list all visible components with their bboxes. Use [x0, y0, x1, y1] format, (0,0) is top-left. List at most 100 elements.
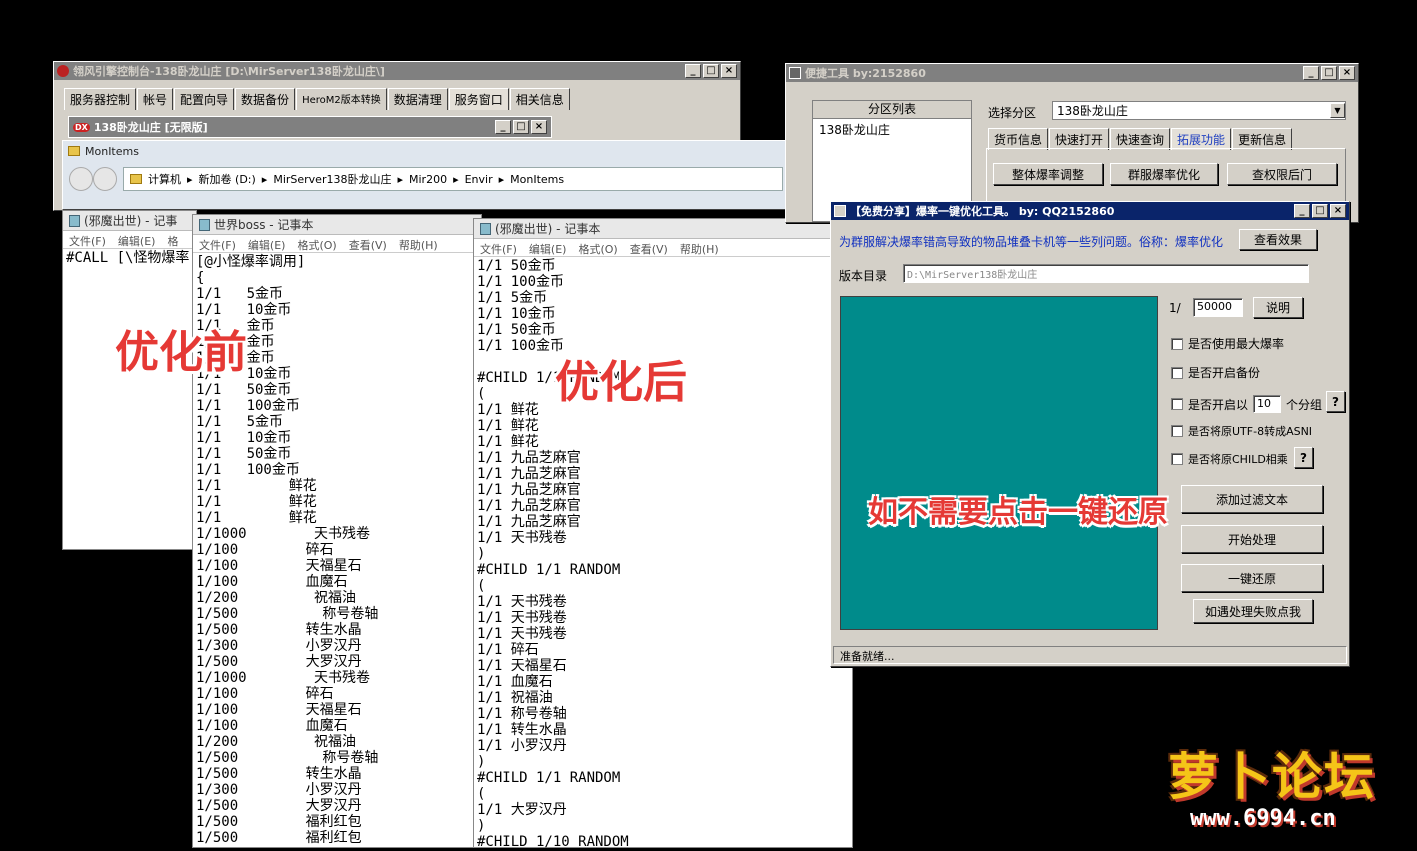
minimize-button[interactable]: _ [685, 64, 701, 78]
tab-data-backup[interactable]: 数据备份 [235, 88, 296, 110]
notepad2-titlebar[interactable]: 世界boss - 记事本 [193, 215, 481, 235]
menu-edit[interactable]: 编辑(E) [529, 241, 567, 256]
explorer-titlebar[interactable]: MonItems [63, 141, 789, 161]
menu-edit[interactable]: 编辑(E) [248, 237, 286, 252]
ratio-input[interactable]: 50000 [1193, 298, 1243, 317]
child-checkbox[interactable]: 是否将原CHILD相乘 [1171, 451, 1288, 467]
tab-server-control[interactable]: 服务器控制 [64, 88, 137, 110]
tab-quick-query[interactable]: 快速查询 [1110, 128, 1171, 150]
menu-file[interactable]: 文件(F) [199, 237, 236, 252]
menu-view[interactable]: 查看(V) [349, 237, 387, 252]
tab-quick-open[interactable]: 快速打开 [1049, 128, 1110, 150]
path-part[interactable]: Envir [465, 173, 493, 186]
notepad1-titlebar[interactable]: (邪魔出世) - 记事 [63, 211, 196, 231]
version-dir-label: 版本目录 [839, 269, 888, 283]
backup-checkbox[interactable]: 是否开启备份 [1171, 364, 1260, 381]
notepad-icon [69, 214, 80, 227]
maximize-button[interactable]: □ [703, 64, 719, 78]
optimizer-icon [834, 205, 846, 217]
menu-help[interactable]: 帮助(H) [399, 237, 438, 252]
version-dir-field[interactable]: D:\MirServer138卧龙山庄 [903, 264, 1309, 283]
checkbox-box[interactable] [1171, 453, 1183, 465]
backup-label: 是否开启备份 [1188, 366, 1261, 380]
start-process-button[interactable]: 开始处理 [1181, 525, 1323, 553]
address-path[interactable]: 计算机 ▸ 新加卷 (D:) ▸ MirServer138卧龙山庄 ▸ Mir200 ▸… [123, 167, 783, 191]
chevron-right-icon: ▸ [498, 172, 505, 186]
group-droprate-optimize-button[interactable]: 群服爆率优化 [1110, 163, 1218, 185]
tab-config-wizard[interactable]: 配置向导 [174, 88, 235, 110]
tab-update-info[interactable]: 更新信息 [1232, 128, 1293, 150]
fail-help-button[interactable]: 如遇处理失败点我 [1193, 599, 1313, 623]
sub-maximize-button[interactable]: □ [513, 120, 529, 134]
child-help-button[interactable]: ? [1294, 447, 1313, 468]
optimizer-title: 【免费分享】爆率一键优化工具。 by: QQ2152860 [850, 205, 1115, 218]
child-label: 是否将原CHILD相乘 [1188, 453, 1288, 466]
checkbox-box[interactable] [1171, 366, 1183, 379]
path-part[interactable]: Mir200 [409, 173, 447, 186]
menu-help[interactable]: 帮助(H) [680, 241, 719, 256]
explorer-window: MonItems 计算机 ▸ 新加卷 (D:) ▸ MirServer138卧龙山庄… [62, 140, 790, 210]
sub-close-button[interactable]: × [531, 120, 547, 134]
close-button[interactable]: × [721, 64, 737, 78]
partition-select[interactable]: 138卧龙山庄 ▼ [1052, 101, 1346, 120]
group-label-b: 个分组 [1286, 397, 1323, 412]
group-checkbox[interactable]: 是否开启以 10 个分组 [1171, 395, 1322, 413]
tab-herom2-convert[interactable]: HeroM2版本转换 [296, 88, 387, 110]
chevron-right-icon: ▸ [187, 172, 193, 186]
tab-extensions[interactable]: 拓展功能 [1171, 128, 1232, 150]
console-titlebar[interactable]: 翎风引擎控制台-138卧龙山庄 [D:\MirServer138卧龙山庄\] _… [54, 62, 740, 80]
explain-button[interactable]: 说明 [1253, 297, 1303, 318]
menu-view[interactable]: 查看(V) [630, 241, 668, 256]
tab-currency-info[interactable]: 货币信息 [988, 128, 1049, 150]
chevron-down-icon[interactable]: ▼ [1330, 103, 1345, 118]
menu-file[interactable]: 文件(F) [69, 233, 106, 248]
status-bar: 准备就绪... [833, 646, 1347, 664]
status-text: 准备就绪... [840, 650, 895, 663]
checkbox-box[interactable] [1171, 398, 1183, 410]
explorer-addressbar: 计算机 ▸ 新加卷 (D:) ▸ MirServer138卧龙山庄 ▸ Mir200 ▸… [63, 161, 789, 197]
tab-data-clean[interactable]: 数据清理 [387, 88, 448, 110]
restore-button[interactable]: 一键还原 [1181, 564, 1323, 592]
checkbox-box[interactable] [1171, 337, 1183, 350]
path-part[interactable]: MonItems [510, 173, 564, 186]
tab-related-info[interactable]: 相关信息 [509, 88, 570, 110]
minimize-button[interactable]: _ [1294, 204, 1310, 218]
watermark-url: www.6994.cn [1190, 806, 1336, 831]
maximize-button[interactable]: □ [1312, 204, 1328, 218]
menu-format[interactable]: 格 [167, 233, 178, 248]
optimizer-titlebar[interactable]: 【免费分享】爆率一键优化工具。 by: QQ2152860 _ □ × [831, 202, 1349, 220]
menu-edit[interactable]: 编辑(E) [118, 233, 156, 248]
close-button[interactable]: × [1330, 204, 1346, 218]
quicktool-tabs: 货币信息 快速打开 快速查询 拓展功能 更新信息 [988, 128, 1293, 150]
tab-service-window[interactable]: 服务窗口 [448, 88, 509, 110]
close-button[interactable]: × [1339, 66, 1355, 80]
checkbox-box[interactable] [1171, 425, 1183, 437]
tab-account[interactable]: 帐号 [137, 88, 174, 110]
back-button-icon[interactable] [69, 167, 93, 191]
path-part[interactable]: 计算机 [148, 171, 181, 187]
forward-button-icon[interactable] [93, 167, 117, 191]
console-tabs: 服务器控制 帐号 配置向导 数据备份 HeroM2版本转换 数据清理 服务窗口 … [54, 80, 740, 110]
menu-file[interactable]: 文件(F) [480, 241, 517, 256]
menu-format[interactable]: 格式(O) [297, 237, 336, 252]
sub-minimize-button[interactable]: _ [495, 120, 511, 134]
minimize-button[interactable]: _ [1303, 66, 1319, 80]
max-droprate-checkbox[interactable]: 是否使用最大爆率 [1171, 335, 1284, 352]
menu-format[interactable]: 格式(O) [578, 241, 617, 256]
group-count-input[interactable]: 10 [1253, 395, 1282, 413]
overall-droprate-button[interactable]: 整体爆率调整 [993, 163, 1103, 185]
maximize-button[interactable]: □ [1321, 66, 1337, 80]
list-item[interactable]: 138卧龙山庄 [813, 119, 971, 140]
notepad1-text[interactable]: #CALL [\怪物爆率 [63, 249, 196, 267]
console-subwindow: DX 138卧龙山庄 [无限版] _ □ × [68, 116, 552, 138]
check-backdoor-button[interactable]: 查权限后门 [1227, 163, 1337, 185]
path-part[interactable]: MirServer138卧龙山庄 [273, 171, 391, 187]
notepad1-title: (邪魔出世) - 记事 [84, 214, 178, 228]
quicktool-titlebar[interactable]: 便捷工具 by:2152860 _ □ × [786, 64, 1358, 82]
path-part[interactable]: 新加卷 (D:) [199, 171, 256, 187]
group-help-button[interactable]: ? [1326, 391, 1345, 412]
view-effect-button[interactable]: 查看效果 [1239, 229, 1317, 250]
notepad2-menu: 文件(F) 编辑(E) 格式(O) 查看(V) 帮助(H) [193, 235, 481, 253]
add-filter-button[interactable]: 添加过滤文本 [1181, 485, 1323, 513]
utf8-checkbox[interactable]: 是否将原UTF-8转成ASNI [1171, 423, 1312, 439]
